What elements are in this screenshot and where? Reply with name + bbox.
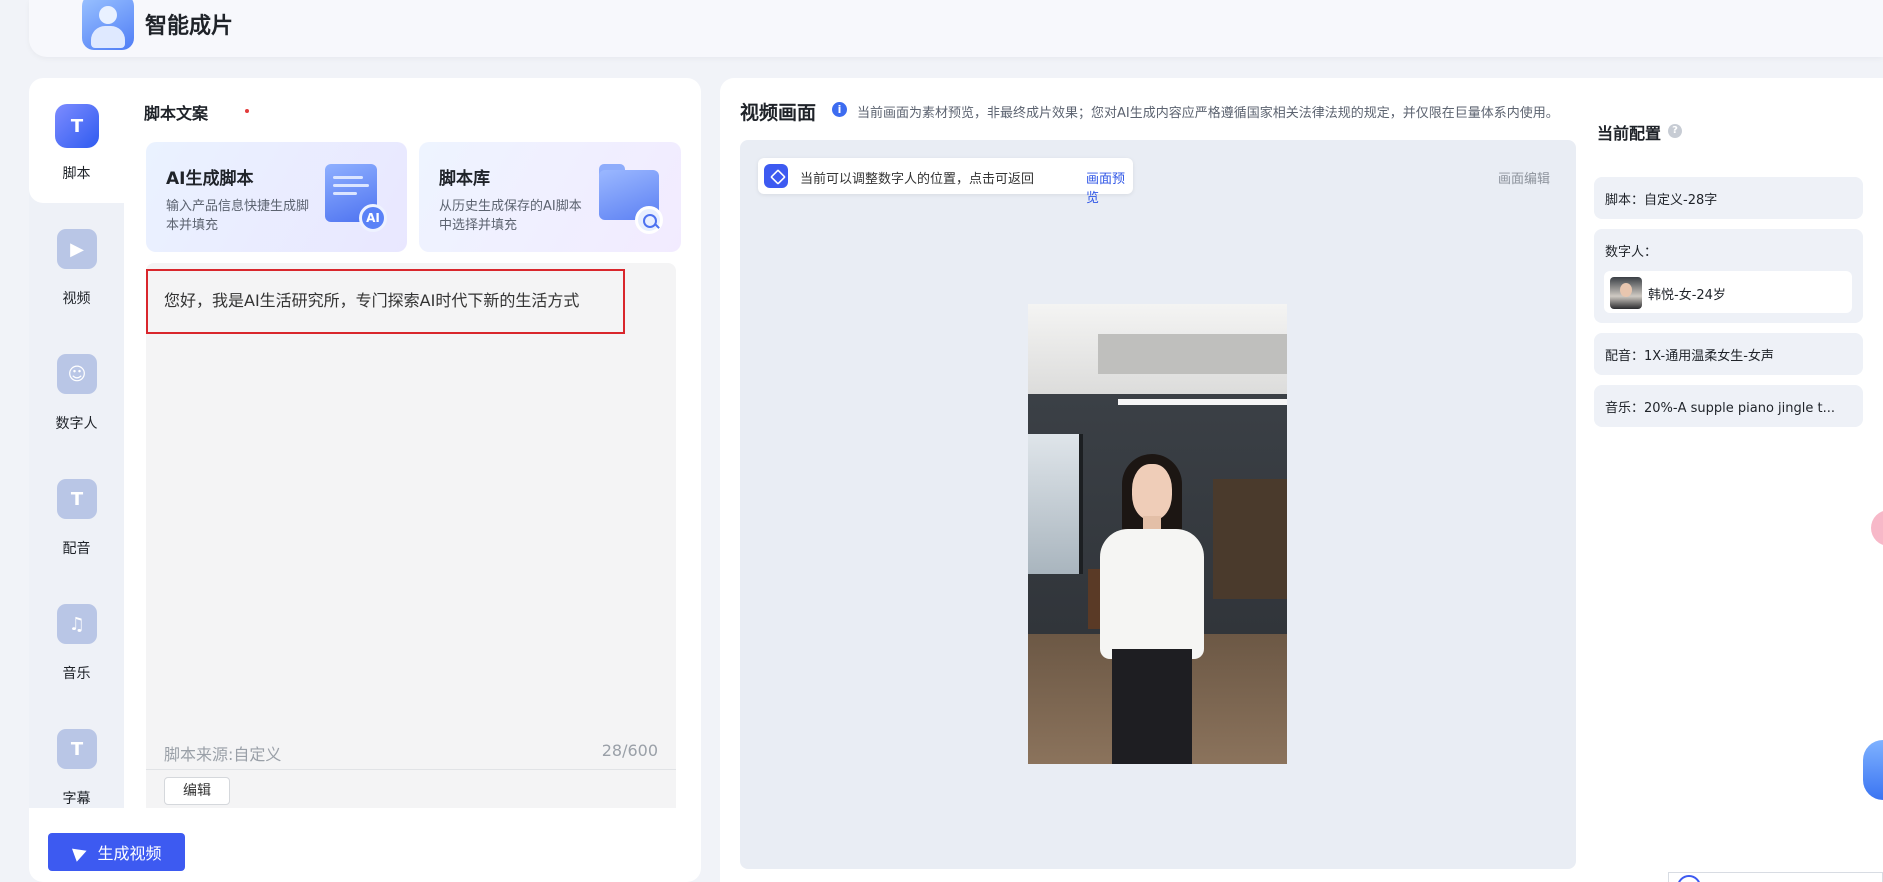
avatar-face [1132,464,1172,520]
nav-item-video[interactable]: ▶ 视频 [29,203,124,328]
doc-line [333,176,363,179]
video-panel: 视频画面 i 当前画面为素材预览，非最终成片效果；您对AI生成内容应严格遵循国家… [720,78,1883,882]
bottom-popup-edge [1668,872,1883,882]
video-icon: ▶ [57,229,97,269]
avatar-pants [1112,649,1192,764]
ai-badge: AI [359,204,387,232]
script-icon: T [55,104,99,148]
char-count: 28/600 [601,741,658,760]
folder-search-icon [599,164,663,234]
digital-human-card[interactable]: 韩悦-女-24岁 [1604,271,1852,313]
preview-notice: 当前画面为素材预览，非最终成片效果；您对AI生成内容应严格遵循国家相关法律法规的… [857,106,1559,121]
frame-window [1028,434,1083,574]
floating-tab[interactable] [1871,510,1883,546]
app-header: 智能成片 [29,0,1883,57]
hint-text: 当前可以调整数字人的位置，点击可返回 [800,172,1035,187]
text-highlight-box [146,269,625,334]
required-marker [245,109,249,113]
config-digital-human-label: 数字人： [1605,245,1658,260]
voiceover-icon: T [57,479,97,519]
doc-line [333,184,369,187]
canvas-edit-button[interactable]: 画面编辑 [1498,168,1550,187]
card-description: 从历史生成保存的AI脚本中选择并填充 [439,199,582,233]
nav-item-script[interactable]: T 脚本 [29,78,124,203]
video-panel-title: 视频画面 [740,102,817,124]
nav-item-digital-human[interactable]: ☺ 数字人 [29,328,124,453]
preview-link[interactable]: 画面预览 [1086,168,1133,206]
help-icon[interactable]: ? [1668,124,1682,138]
section-title: 脚本文案 [144,104,209,123]
digital-human-video-frame[interactable] [1028,304,1287,764]
app-logo-icon [82,0,134,50]
nav-label: 数字人 [55,416,98,432]
music-icon: ♫ [57,604,97,644]
nav-label: 字幕 [62,791,91,807]
nav-label: 视频 [62,291,91,307]
video-preview-area: 当前可以调整数字人的位置，点击可返回 画面预览 画面编辑 [740,140,1576,869]
script-source-label: 脚本来源:自定义 [164,745,282,764]
edit-icon [764,164,788,188]
script-editor-panel: T 脚本 ▶ 视频 ☺ 数字人 T 配音 ♫ 音乐 T 字幕 脚本文案 AI生成… [29,78,701,882]
frame-shelf [1213,479,1287,599]
script-library-card[interactable]: 脚本库 从历史生成保存的AI脚本中选择并填充 [419,142,681,252]
nav-label: 配音 [62,541,91,557]
search-icon [635,206,663,234]
nav-item-voiceover[interactable]: T 配音 [29,453,124,578]
script-textarea[interactable]: 您好，我是AI生活研究所，专门探索AI时代下新的生活方式 脚本来源:自定义 28… [146,263,676,808]
digital-human-icon: ☺ [57,354,97,394]
nav-item-music[interactable]: ♫ 音乐 [29,578,124,703]
info-icon: i [832,102,847,117]
config-script[interactable]: 脚本：自定义-28字 [1594,177,1863,219]
config-music-text: 音乐：20%-A supple piano jingle t... [1605,401,1835,416]
subtitle-icon: T [57,729,97,769]
nav-label: 脚本 [62,166,91,182]
send-icon [71,844,90,862]
config-title: 当前配置 [1597,124,1662,143]
nav-label: 音乐 [62,666,91,682]
side-nav: T 脚本 ▶ 视频 ☺ 数字人 T 配音 ♫ 音乐 T 字幕 [29,78,124,808]
config-script-text: 脚本：自定义-28字 [1605,193,1718,208]
position-hint: 当前可以调整数字人的位置，点击可返回 画面预览 [758,158,1133,206]
config-music[interactable]: 音乐：20%-A supple piano jingle t... [1594,385,1863,427]
edit-button[interactable]: 编辑 [164,777,230,805]
ai-document-icon: AI [325,164,387,232]
config-voiceover-text: 配音：1X-通用温柔女生-女声 [1605,349,1774,364]
avatar-shirt [1100,529,1204,659]
digital-human-name: 韩悦-女-24岁 [1648,288,1726,303]
editor-divider [146,769,676,770]
config-digital-human[interactable]: 数字人： 韩悦-女-24岁 [1594,229,1863,323]
app-title: 智能成片 [145,14,234,39]
ai-generate-script-card[interactable]: AI生成脚本 输入产品信息快捷生成脚本并填充 AI [146,142,407,252]
doc-line [333,192,357,195]
card-description: 输入产品信息快捷生成脚本并填充 [166,199,310,233]
frame-duct [1098,334,1287,374]
generate-video-label: 生成视频 [97,844,162,863]
assistant-icon[interactable] [1863,740,1883,800]
config-voiceover[interactable]: 配音：1X-通用温柔女生-女声 [1594,333,1863,375]
nav-item-subtitle[interactable]: T 字幕 [29,703,124,828]
avatar [1610,277,1642,309]
generate-video-button[interactable]: 生成视频 [48,833,185,871]
frame-light [1118,399,1287,405]
